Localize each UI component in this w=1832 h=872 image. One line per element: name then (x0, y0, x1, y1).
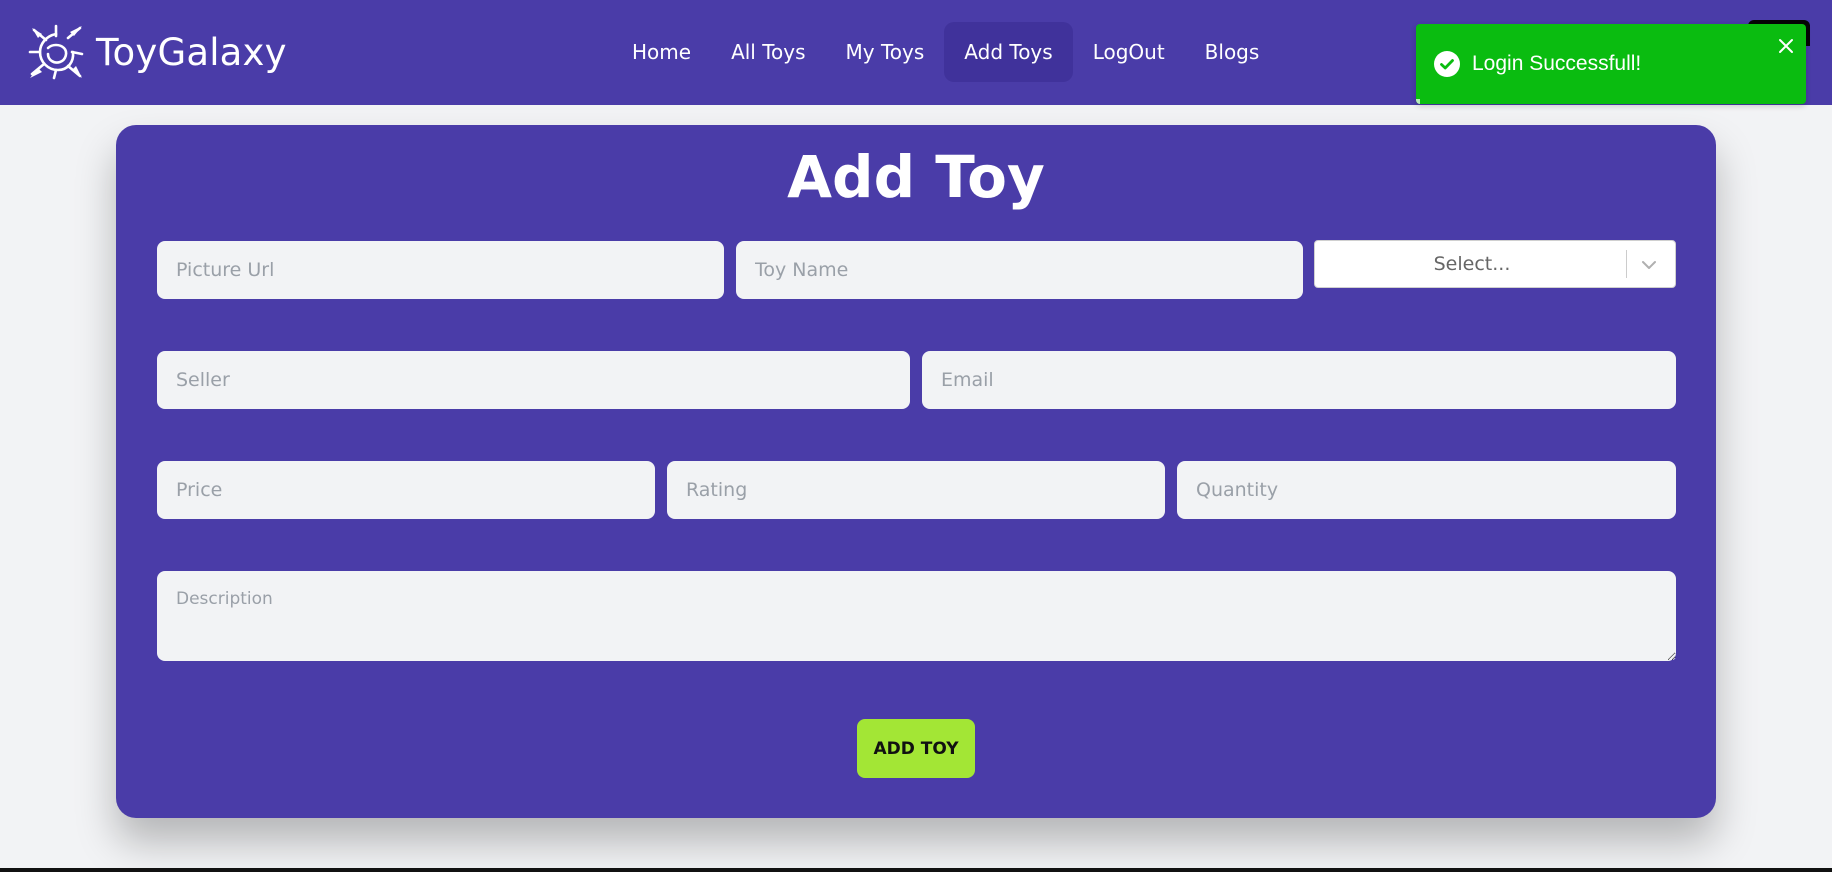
picture-url-input[interactable] (157, 241, 724, 299)
close-icon[interactable] (1774, 34, 1798, 58)
nav-link-add-toys[interactable]: Add Toys (944, 22, 1073, 82)
check-circle-icon (1434, 51, 1460, 77)
toast-message: Login Successfull! (1472, 52, 1642, 75)
brand-name: ToyGalaxy (96, 30, 287, 74)
price-input[interactable] (157, 461, 655, 519)
seller-input[interactable] (157, 351, 910, 409)
email-input[interactable] (922, 351, 1676, 409)
page-bottom-border (0, 868, 1832, 872)
page-title: Add Toy (787, 143, 1045, 211)
nav-link-logout[interactable]: LogOut (1073, 22, 1185, 82)
nav-link-all-toys[interactable]: All Toys (711, 22, 825, 82)
toast-progress-bar (1416, 99, 1420, 104)
description-textarea[interactable] (157, 571, 1676, 661)
web-spider-logo-icon (28, 24, 84, 80)
category-select[interactable]: Select... (1314, 240, 1676, 288)
rating-input[interactable] (667, 461, 1165, 519)
category-select-value: Select... (1433, 253, 1511, 275)
brand-link[interactable]: ToyGalaxy (28, 24, 287, 80)
chevron-down-icon[interactable] (1638, 254, 1660, 276)
main-nav: Home All Toys My Toys Add Toys LogOut Bl… (612, 22, 1279, 82)
toast-notification: Login Successfull! (1416, 24, 1806, 104)
add-toy-card: Add Toy Select... ADD TOY (116, 125, 1716, 818)
select-separator (1626, 250, 1627, 278)
nav-link-blogs[interactable]: Blogs (1185, 22, 1280, 82)
nav-link-home[interactable]: Home (612, 22, 711, 82)
nav-link-my-toys[interactable]: My Toys (826, 22, 945, 82)
toy-name-input[interactable] (736, 241, 1303, 299)
quantity-input[interactable] (1177, 461, 1676, 519)
add-toy-button[interactable]: ADD TOY (857, 719, 975, 778)
